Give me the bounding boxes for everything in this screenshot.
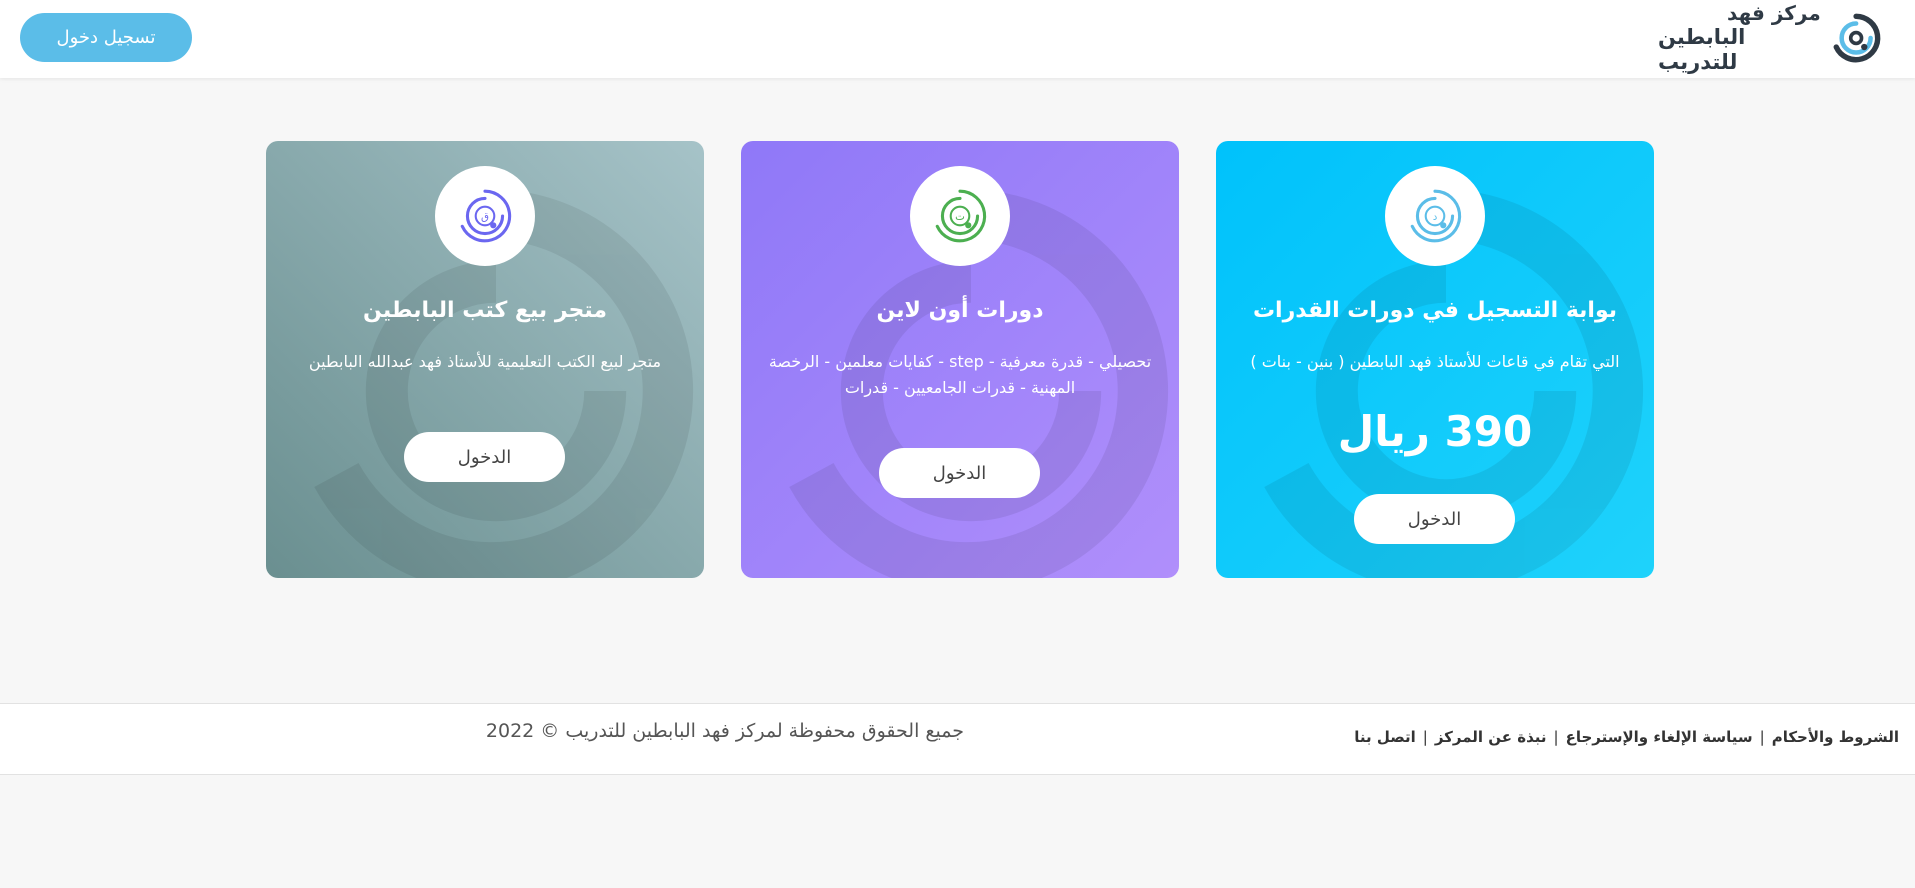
card-title: متجر بيع كتب البابطين xyxy=(363,298,607,323)
logo-title: مركز فهد xyxy=(1727,1,1821,26)
top-header: تسجيل دخول مركز فهد البابطين للتدريب xyxy=(0,0,1915,78)
footer-separator: | xyxy=(1422,728,1428,746)
bookstore-logo-icon: ق xyxy=(435,166,535,266)
footer-separator: | xyxy=(1759,728,1765,746)
svg-text:ق: ق xyxy=(481,211,489,223)
site-logo[interactable]: مركز فهد البابطين للتدريب xyxy=(1658,2,1883,74)
svg-text:د: د xyxy=(1433,211,1438,223)
fahd-center-logo-icon xyxy=(1833,13,1881,63)
capabilities-logo-icon: د xyxy=(1385,166,1485,266)
card-description: التي تقام في قاعات للأستاذ فهد البابطين … xyxy=(1250,352,1620,371)
enter-button[interactable]: الدخول xyxy=(404,432,565,482)
footer-link-contact[interactable]: اتصل بنا xyxy=(1354,728,1416,746)
card-capabilities-registration: د بوابة التسجيل في دورات القدرات التي تق… xyxy=(1216,141,1654,578)
footer-link-terms[interactable]: الشروط والأحكام xyxy=(1772,728,1899,746)
enter-button[interactable]: الدخول xyxy=(879,448,1040,498)
card-online-courses: ت دورات أون لاين تحصيلي - قدرة معرفية - … xyxy=(741,141,1179,578)
card-title: دورات أون لاين xyxy=(876,298,1044,323)
enter-button[interactable]: الدخول xyxy=(1354,494,1515,544)
footer-link-about[interactable]: نبذة عن المركز xyxy=(1435,728,1547,746)
card-description: تحصيلي - قدرة معرفية - step - كفايات معل… xyxy=(768,352,1152,397)
card-bookstore: ق متجر بيع كتب البابطين متجر لبيع الكتب … xyxy=(266,141,704,578)
copyright-text: جميع الحقوق محفوظة لمركز فهد البابطين لل… xyxy=(485,720,964,742)
login-button[interactable]: تسجيل دخول xyxy=(20,13,192,62)
footer-link-refund-policy[interactable]: سياسة الإلغاء والإسترجاع xyxy=(1566,728,1753,746)
card-description: متجر لبيع الكتب التعليمية للأستاذ فهد عب… xyxy=(308,352,662,371)
logo-subtitle: البابطين للتدريب xyxy=(1658,25,1746,74)
footer-links: الشروط والأحكام | سياسة الإلغاء والإسترج… xyxy=(1354,722,1899,752)
card-price: 390 ريال xyxy=(1337,407,1533,456)
footer-separator: | xyxy=(1553,728,1559,746)
online-courses-logo-icon: ت xyxy=(910,166,1010,266)
card-title: بوابة التسجيل في دورات القدرات xyxy=(1252,298,1618,323)
page-footer: الشروط والأحكام | سياسة الإلغاء والإسترج… xyxy=(0,703,1915,775)
svg-text:ت: ت xyxy=(955,211,965,223)
